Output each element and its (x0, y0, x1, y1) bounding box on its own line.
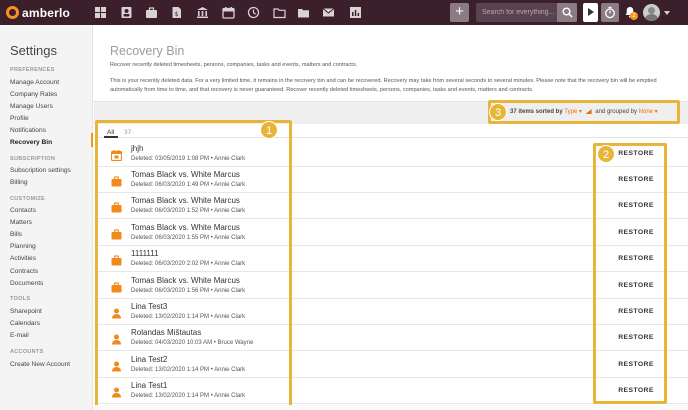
app-name: amberlo (22, 5, 71, 20)
sidebar-section-preferences: PREFERENCES (10, 67, 55, 73)
sidebar-item-profile[interactable]: Profile (10, 115, 29, 122)
callout-box-items (95, 120, 292, 409)
list-footer (94, 405, 688, 410)
callout-number-1: 1 (260, 121, 278, 139)
reports-icon[interactable] (349, 6, 362, 19)
sidebar-item-manage-account[interactable]: Manage Account (10, 79, 59, 86)
sidebar-item-create-new-account[interactable]: Create New Account (10, 361, 70, 368)
sidebar-item-activities[interactable]: Activities (10, 255, 36, 262)
page-title: Recovery Bin (110, 44, 185, 58)
sidebar-item-company-rates[interactable]: Company Rates (10, 91, 57, 98)
bills-icon[interactable]: $ (170, 6, 183, 19)
logo-mark-icon (6, 6, 19, 19)
sidebar-item-calendars[interactable]: Calendars (10, 320, 40, 327)
documents-icon[interactable] (297, 6, 310, 19)
top-bar: amberlo $ + 2 (0, 0, 688, 25)
sidebar-item-planning[interactable]: Planning (10, 243, 36, 250)
callout-box-restore (593, 143, 667, 404)
settings-sidebar: Settings PREFERENCES Manage Account Comp… (0, 25, 93, 410)
sidebar-item-notifications[interactable]: Notifications (10, 127, 46, 134)
sidebar-item-manage-users[interactable]: Manage Users (10, 103, 53, 110)
sidebar-item-billing[interactable]: Billing (10, 179, 28, 186)
mail-icon[interactable] (322, 6, 335, 19)
folder-icon[interactable] (273, 6, 286, 19)
notification-badge: 2 (630, 12, 638, 20)
active-indicator (91, 133, 93, 147)
bank-icon[interactable] (196, 6, 209, 19)
page-subtitle: Recover recently deleted timesheets, per… (110, 62, 358, 68)
sidebar-section-customize: CUSTOMIZE (10, 196, 45, 202)
sidebar-item-documents[interactable]: Documents (10, 280, 43, 287)
sidebar-section-tools: TOOLS (10, 296, 31, 302)
svg-text:$: $ (175, 11, 179, 18)
sidebar-item-bills[interactable]: Bills (10, 231, 22, 238)
search-button[interactable] (557, 3, 577, 22)
timer-play-button[interactable] (583, 3, 598, 22)
sidebar-section-accounts: ACCOUNTS (10, 349, 44, 355)
stopwatch-icon (605, 6, 615, 19)
contacts-icon[interactable] (120, 6, 133, 19)
dashboard-icon[interactable] (94, 6, 107, 19)
sidebar-item-recovery-bin[interactable]: Recovery Bin (10, 139, 52, 146)
calendar-icon[interactable] (222, 6, 235, 19)
sidebar-title: Settings (10, 43, 57, 58)
callout-number-3: 3 (489, 103, 507, 121)
sidebar-item-sharepoint[interactable]: Sharepoint (10, 308, 42, 315)
sidebar-item-contacts[interactable]: Contacts (10, 207, 36, 214)
add-button[interactable]: + (450, 3, 469, 22)
sidebar-section-subscription: SUBSCRIPTION (10, 156, 56, 162)
search-icon (562, 7, 573, 18)
user-avatar[interactable] (643, 4, 660, 21)
page-description: This is your recently deleted data. For … (110, 78, 657, 93)
sidebar-item-contracts[interactable]: Contracts (10, 268, 38, 275)
sidebar-item-matters[interactable]: Matters (10, 219, 32, 226)
page-header: Recovery Bin Recover recently deleted ti… (94, 25, 688, 101)
stopwatch-button[interactable] (601, 3, 619, 22)
callout-box-sort (488, 100, 680, 124)
history-icon[interactable] (247, 6, 260, 19)
matters-icon[interactable] (145, 6, 158, 19)
chevron-down-icon[interactable] (664, 11, 670, 15)
callout-number-2: 2 (597, 145, 615, 163)
sidebar-item-subscription-settings[interactable]: Subscription settings (10, 167, 71, 174)
sidebar-item-email[interactable]: E-mail (10, 332, 29, 339)
app-logo[interactable]: amberlo (6, 5, 70, 20)
